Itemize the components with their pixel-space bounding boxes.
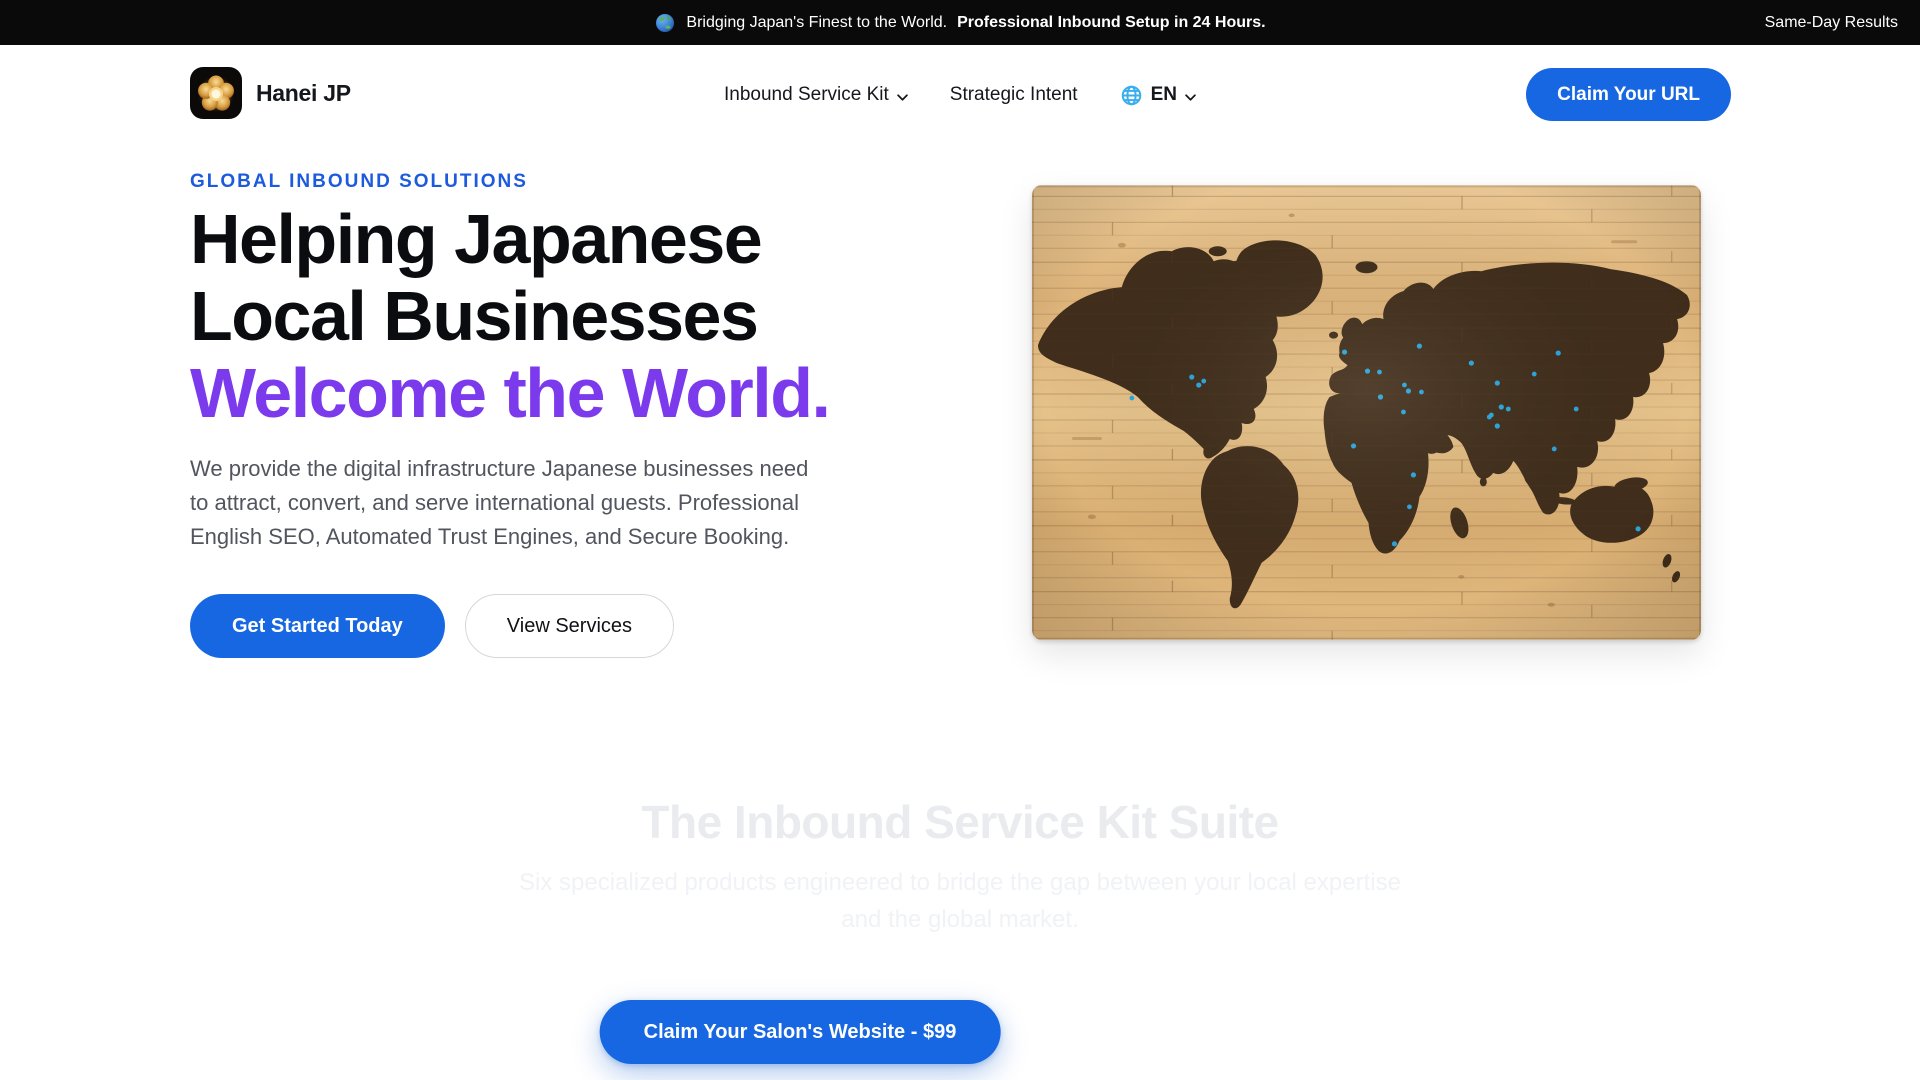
hero-section: GLOBAL INBOUND SOLUTIONS Helping Japanes… [190,171,970,658]
brand-name: Hanei JP [256,79,351,106]
hero-description-line: We provide the digital infrastructure Ja… [190,456,809,481]
language-selector[interactable]: EN [1120,83,1196,107]
nav-inbound-service-kit[interactable]: Inbound Service Kit [724,83,908,107]
hero-title: Helping Japanese Local Businesses Welcom… [190,201,970,432]
claim-url-button[interactable]: Claim Your URL [1526,68,1731,121]
site-header: Hanei JP Inbound Service Kit Strategic I… [0,45,1920,145]
hero-title-line1: Helping Japanese [190,200,763,278]
hero-cta-row: Get Started Today View Services [190,594,970,658]
hanei-logo-icon [190,67,242,119]
claim-salon-website-button[interactable]: Claim Your Salon's Website - $99 [599,1000,1001,1064]
hero-eyebrow: GLOBAL INBOUND SOLUTIONS [190,171,528,192]
globe-emoji-icon [654,12,676,34]
chevron-down-icon [897,85,908,107]
banner-message-bold: Professional Inbound Setup in 24 Hours. [957,13,1266,31]
hero-description-line: to attract, convert, and serve internati… [190,490,799,515]
banner-message: Bridging Japan's Finest to the World. [686,13,948,31]
hero-title-line3: Welcome the World. [190,354,831,432]
suite-title: The Inbound Service Kit Suite [641,796,1279,848]
hero-description: We provide the digital infrastructure Ja… [190,452,970,554]
get-started-button[interactable]: Get Started Today [190,594,445,658]
language-code: EN [1150,84,1177,105]
wooden-world-map-image [1032,185,1701,640]
brand-home-link[interactable]: Hanei JP [190,67,351,119]
suite-section: The Inbound Service Kit Suite Six specia… [0,796,1920,938]
nav-strategic-intent[interactable]: Strategic Intent [950,84,1078,106]
announcement-banner: Bridging Japan's Finest to the World. Pr… [0,0,1920,45]
suite-subtitle-line: and the global market. [841,906,1079,933]
nav-strategic-intent-label: Strategic Intent [949,84,1078,105]
suite-subtitle-line: Six specialized products engineered to b… [519,869,1401,896]
nav-inbound-service-kit-label: Inbound Service Kit [724,84,889,105]
language-globe-icon [1120,84,1143,107]
main-nav: Inbound Service Kit Strategic Intent EN [724,45,1196,145]
suite-subtitle: Six specialized products engineered to b… [0,864,1920,938]
hero-title-line2: Local Businesses [190,277,759,355]
view-services-button[interactable]: View Services [464,594,675,658]
chevron-down-icon [1185,85,1196,107]
banner-right-text: Same-Day Results [1764,13,1898,31]
hero-description-line: English SEO, Automated Trust Engines, an… [190,524,790,549]
